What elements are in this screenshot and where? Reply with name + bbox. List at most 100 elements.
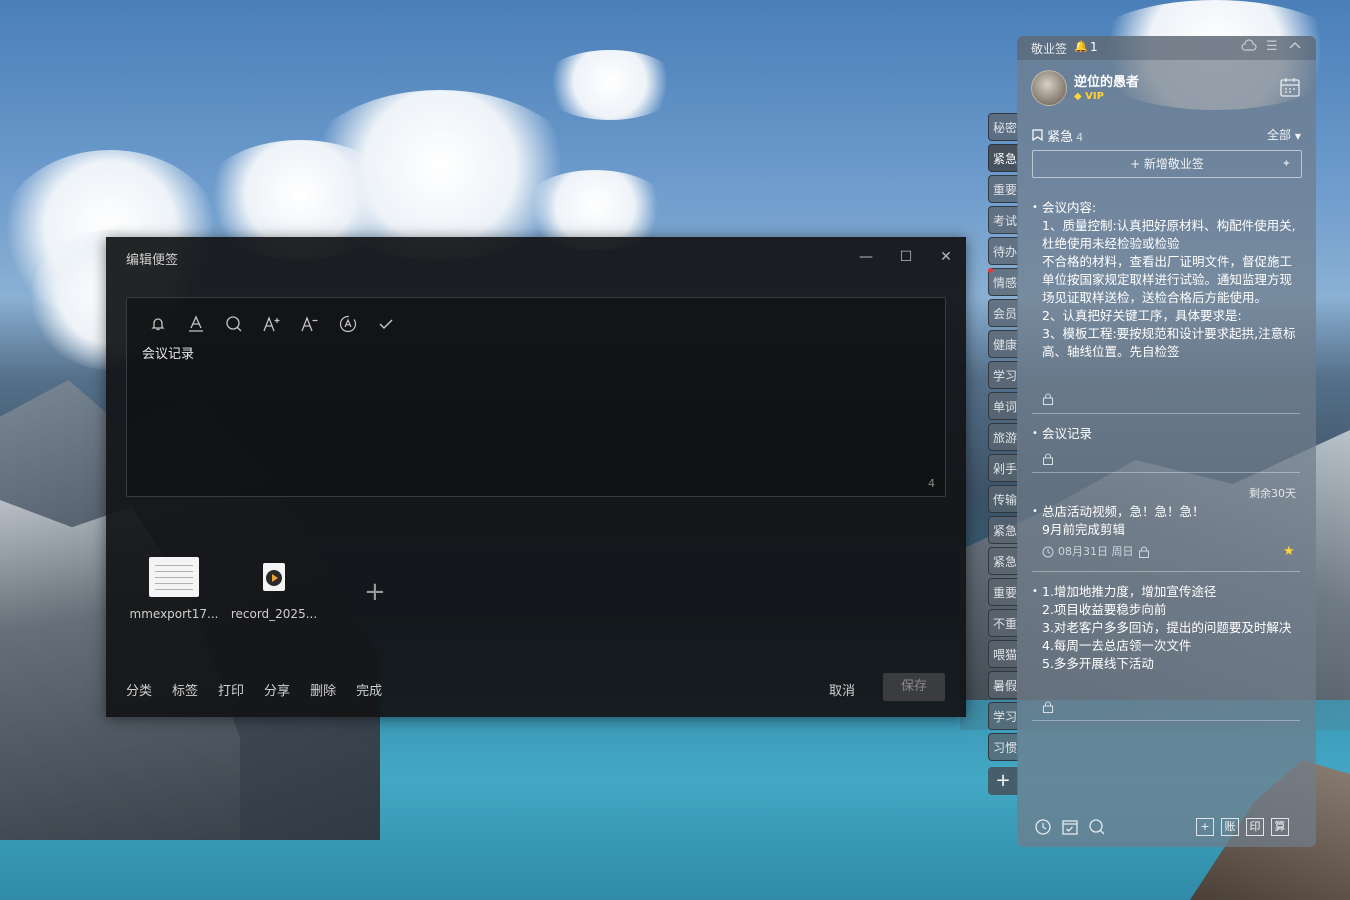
auto-format-icon[interactable]	[335, 312, 361, 336]
clock-icon	[1042, 546, 1054, 558]
divider	[1032, 472, 1300, 473]
tab-category[interactable]: 重要	[988, 578, 1018, 606]
tab-category[interactable]: 旅游	[988, 423, 1018, 451]
window-title: 编辑便签	[126, 253, 179, 268]
tab-category[interactable]: 紧急	[988, 547, 1018, 575]
note-text: 会议记录	[1042, 426, 1093, 441]
complete-button[interactable]: 完成	[356, 680, 382, 699]
text-color-icon[interactable]	[183, 312, 209, 336]
bookmark-icon	[1032, 129, 1043, 142]
tab-category[interactable]: 情感	[988, 268, 1018, 296]
note-text: 会议内容: 1、质量控制:认真把好原材料、构配件使用关,杜绝使用未经检验或检验 …	[1042, 200, 1296, 359]
reminder-icon[interactable]: 🔔	[1074, 40, 1088, 53]
save-button[interactable]: 保存	[883, 673, 945, 701]
tab-category[interactable]: 考试	[988, 206, 1018, 234]
avatar[interactable]	[1031, 70, 1067, 106]
add-note-icon[interactable]: +	[1196, 818, 1214, 836]
note-actions: 分类 标签 打印 分享 删除 完成	[126, 680, 382, 699]
calculator-button[interactable]: 算	[1271, 818, 1289, 836]
tab-category[interactable]: 秘密	[988, 113, 1018, 141]
menu-icon[interactable]: ☰	[1266, 39, 1278, 54]
tab-category[interactable]: 学习	[988, 702, 1018, 730]
font-size-decrease-icon[interactable]	[297, 312, 323, 336]
font-size-increase-icon[interactable]	[259, 312, 285, 336]
maximize-icon[interactable]: ☐	[894, 246, 918, 268]
lock-icon	[1042, 450, 1054, 469]
filter-dropdown[interactable]: 全部 ▼	[1267, 126, 1301, 143]
filter-label: 全部	[1267, 128, 1292, 142]
audio-file-icon	[263, 563, 285, 591]
note-date-text: 08月31日 周日	[1058, 545, 1134, 558]
delete-button[interactable]: 删除	[310, 680, 336, 699]
minimize-icon[interactable]: —	[854, 246, 878, 268]
attachment-audio[interactable]: record_2025...	[219, 557, 329, 621]
checkmark-icon[interactable]	[373, 312, 399, 336]
cancel-button[interactable]: 取消	[829, 680, 855, 699]
sticky-note-panel: 敬业签 🔔 1 ☰ 逆位的愚者 ◆ VIP 紧急 4 全部 ▼ + 新增敬业签 ✦…	[1017, 36, 1316, 847]
tab-category[interactable]: 健康	[988, 330, 1018, 358]
ledger-button[interactable]: 账	[1221, 818, 1239, 836]
attachment-name: record_2025...	[230, 607, 318, 621]
print-button[interactable]: 印	[1246, 818, 1264, 836]
print-button[interactable]: 打印	[218, 680, 244, 699]
bullet-icon: •	[1032, 506, 1038, 517]
remaining-days: 剩余30天	[1249, 487, 1296, 500]
bullet-icon: •	[1032, 586, 1038, 597]
new-note-button[interactable]: + 新增敬业签 ✦	[1032, 150, 1302, 178]
bell-icon[interactable]	[145, 312, 171, 336]
divider	[1032, 413, 1300, 414]
tab-category[interactable]: 剁手	[988, 454, 1018, 482]
share-button[interactable]: 分享	[264, 680, 290, 699]
bullet-icon: •	[1032, 202, 1038, 213]
edit-note-window: 编辑便签 — ☐ ✕ 会议记录 4 mmexport17... record_2…	[106, 237, 966, 717]
tab-category[interactable]: 暑假	[988, 671, 1018, 699]
lock-icon	[1042, 390, 1054, 409]
note-item[interactable]: • 总店活动视频，急！急！急！ 9月前完成剪辑 08月31日 周日	[1032, 503, 1304, 561]
tab-category[interactable]: 重要	[988, 175, 1018, 203]
note-date: 08月31日 周日	[1042, 543, 1304, 561]
search-icon[interactable]	[1088, 818, 1106, 836]
close-icon[interactable]: ✕	[934, 246, 958, 268]
cloud	[540, 50, 680, 120]
app-title: 敬业签	[1031, 42, 1068, 56]
add-attachment-button[interactable]: +	[364, 579, 386, 605]
tab-category[interactable]: 紧急	[988, 144, 1018, 172]
category-button[interactable]: 分类	[126, 680, 152, 699]
task-list-icon[interactable]	[1061, 818, 1079, 836]
tab-category[interactable]: 传输	[988, 485, 1018, 513]
tab-category[interactable]: 不重	[988, 609, 1018, 637]
tab-category[interactable]: 学习	[988, 361, 1018, 389]
note-item[interactable]: • 会议内容: 1、质量控制:认真把好原材料、构配件使用关,杜绝使用未经检验或检…	[1032, 199, 1304, 386]
vip-label: VIP	[1085, 91, 1104, 102]
chevron-down-icon: ▼	[1294, 132, 1301, 141]
star-icon[interactable]: ★	[1283, 544, 1295, 559]
note-item[interactable]: • 1.增加地推力度，增加宣传途径 2.项目收益要稳步向前 3.对老客户多多回访…	[1032, 583, 1304, 673]
image-thumbnail	[149, 557, 199, 597]
tab-category[interactable]: 喂猫	[988, 640, 1018, 668]
tab-category[interactable]: 单词	[988, 392, 1018, 420]
category-name: 紧急	[1047, 130, 1074, 145]
note-editor[interactable]: 会议记录 4	[126, 297, 946, 497]
current-category: 紧急 4	[1032, 126, 1083, 145]
calendar-icon[interactable]	[1279, 76, 1300, 97]
cloud-sync-icon[interactable]	[1241, 39, 1257, 57]
clock-icon[interactable]	[1034, 818, 1052, 836]
unread-dot	[988, 268, 993, 273]
divider	[1032, 571, 1300, 572]
tab-category[interactable]: 习惯	[988, 733, 1018, 761]
collapse-icon[interactable]	[1288, 39, 1302, 55]
attachment-name: mmexport17...	[129, 607, 219, 621]
lock-icon	[1042, 698, 1054, 717]
search-icon[interactable]	[221, 312, 247, 336]
tab-category[interactable]: 待办	[988, 237, 1018, 265]
add-category-button[interactable]: +	[988, 767, 1018, 795]
tab-category[interactable]: 紧急	[988, 516, 1018, 544]
note-text: 1.增加地推力度，增加宣传途径 2.项目收益要稳步向前 3.对老客户多多回访，提…	[1042, 584, 1292, 671]
vip-badge: ◆ VIP	[1074, 91, 1104, 102]
note-item[interactable]: • 会议记录	[1032, 425, 1304, 443]
tag-button[interactable]: 标签	[172, 680, 198, 699]
username: 逆位的愚者	[1074, 75, 1140, 90]
attachment-image[interactable]: mmexport17...	[119, 557, 229, 621]
note-content[interactable]: 会议记录	[142, 343, 194, 362]
tab-category[interactable]: 会员	[988, 299, 1018, 327]
